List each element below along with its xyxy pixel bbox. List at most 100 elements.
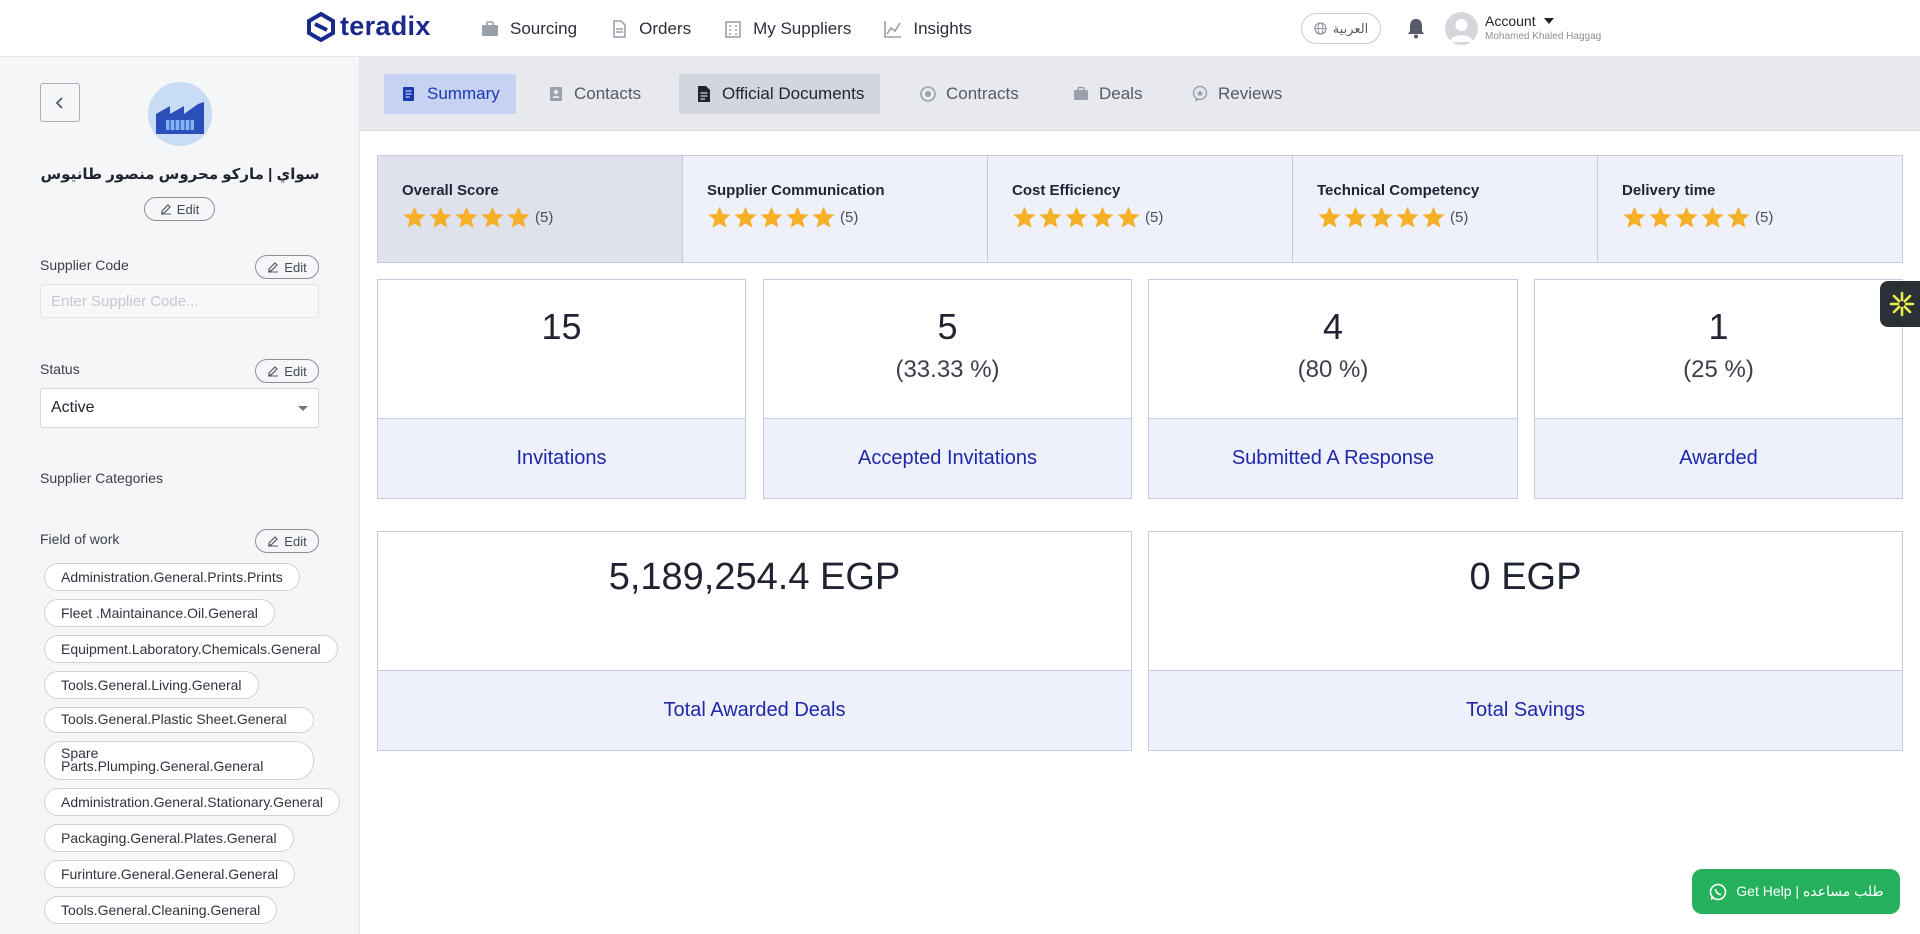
edit-name-button[interactable]: Edit bbox=[144, 197, 215, 221]
account-label: Account bbox=[1485, 13, 1536, 29]
back-button[interactable] bbox=[40, 83, 80, 122]
score-count: (5) bbox=[535, 209, 554, 226]
edit-status-button[interactable]: Edit bbox=[255, 359, 319, 383]
supplier-code-input[interactable]: Enter Supplier Code... bbox=[40, 284, 319, 318]
field-chip: Equipment.Laboratory.Chemicals.General bbox=[44, 635, 338, 663]
star-icon bbox=[760, 206, 783, 228]
star-rating bbox=[1317, 205, 1446, 230]
briefcase-icon bbox=[482, 20, 498, 36]
score-count: (5) bbox=[840, 209, 859, 226]
document-icon bbox=[698, 86, 710, 102]
stat-label: Invitations bbox=[378, 419, 745, 498]
status-select[interactable]: Active bbox=[40, 388, 319, 428]
language-switch-button[interactable]: العربية bbox=[1301, 13, 1381, 44]
total-value: 0 EGP bbox=[1469, 556, 1582, 598]
star-icon bbox=[1623, 206, 1646, 228]
tab-reviews[interactable]: Reviews bbox=[1175, 74, 1298, 114]
status-label: Status bbox=[40, 361, 80, 377]
stat-percent: (80 %) bbox=[1297, 356, 1369, 383]
stat-value: 5 bbox=[937, 306, 958, 347]
stat-label: Awarded bbox=[1535, 419, 1902, 498]
factory-icon bbox=[156, 102, 204, 134]
star-icon bbox=[1065, 206, 1088, 228]
chevron-left-icon bbox=[55, 96, 63, 109]
edit-status-label: Edit bbox=[284, 363, 307, 379]
tab-deals-label: Deals bbox=[1099, 84, 1143, 103]
star-icon bbox=[1396, 206, 1419, 228]
user-avatar[interactable] bbox=[1445, 12, 1478, 45]
nav-orders-label: Orders bbox=[639, 18, 692, 38]
star-icon bbox=[1318, 206, 1341, 228]
star-icon bbox=[1039, 206, 1062, 228]
nav-my-suppliers[interactable]: My Suppliers bbox=[723, 19, 851, 39]
edit-supplier-code-label: Edit bbox=[284, 259, 307, 275]
main-nav: Sourcing Orders My Suppliers Insights bbox=[480, 0, 972, 57]
star-icon bbox=[403, 206, 426, 228]
tab-deals[interactable]: Deals bbox=[1056, 74, 1158, 114]
tab-official-documents[interactable]: Official Documents bbox=[679, 74, 881, 114]
tab-summary[interactable]: Summary bbox=[384, 74, 516, 114]
stat-label: Submitted A Response bbox=[1149, 419, 1517, 498]
star-rating bbox=[1622, 205, 1751, 230]
edit-field-of-work-label: Edit bbox=[284, 533, 307, 549]
star-icon bbox=[1727, 206, 1750, 228]
sparkle-icon bbox=[1889, 291, 1915, 317]
status-value: Active bbox=[51, 399, 95, 416]
field-chip: Tools.General.Cleaning.General bbox=[44, 896, 278, 924]
invitations-stat-card: 15 Invitations bbox=[377, 279, 746, 499]
star-icon bbox=[734, 206, 757, 228]
total-label: Total Awarded Deals bbox=[378, 671, 1131, 750]
tab-contracts-label: Contracts bbox=[946, 84, 1019, 103]
notification-bell-icon[interactable] bbox=[1404, 16, 1428, 40]
edit-supplier-code-button[interactable]: Edit bbox=[255, 255, 319, 279]
ratings-row: Overall Score (5) Supplier Communication… bbox=[377, 155, 1903, 263]
score-count: (5) bbox=[1755, 209, 1774, 226]
supplier-name: سواي | ماركو محروس منصور طانيوس bbox=[40, 166, 320, 183]
language-label: العربية bbox=[1332, 20, 1369, 36]
tab-bar: Summary Contacts Official Documents Cont… bbox=[360, 57, 1920, 131]
star-icon bbox=[1422, 206, 1445, 228]
top-bar: teradix Sourcing Orders My Suppliers Ins… bbox=[0, 0, 1920, 57]
submitted-response-stat-card: 4 (80 %) Submitted A Response bbox=[1148, 279, 1518, 499]
score-title: Delivery time bbox=[1622, 182, 1716, 199]
stat-value: 15 bbox=[541, 306, 582, 347]
star-icon bbox=[812, 206, 835, 228]
globe-icon bbox=[1314, 22, 1327, 35]
star-icon bbox=[1117, 206, 1140, 228]
field-chip: Administration.General.Prints.Prints bbox=[44, 563, 300, 591]
star-rating bbox=[402, 205, 531, 230]
tab-contacts[interactable]: Contacts bbox=[531, 74, 657, 114]
supplier-categories-label: Supplier Categories bbox=[40, 470, 163, 486]
edit-icon bbox=[268, 536, 279, 547]
feedback-widget[interactable] bbox=[1880, 281, 1920, 327]
delivery-time-card: Delivery time (5) bbox=[1598, 156, 1902, 262]
nav-sourcing[interactable]: Sourcing bbox=[480, 19, 577, 39]
stat-value: 4 bbox=[1322, 306, 1344, 347]
total-label: Total Savings bbox=[1149, 671, 1902, 750]
tab-contacts-label: Contacts bbox=[574, 84, 642, 103]
teradix-logo[interactable]: teradix bbox=[306, 11, 431, 42]
score-count: (5) bbox=[1450, 209, 1469, 226]
edit-field-of-work-button[interactable]: Edit bbox=[255, 529, 319, 553]
nav-orders[interactable]: Orders bbox=[609, 19, 691, 39]
field-of-work-list: Administration.General.Prints.Prints Fle… bbox=[44, 563, 359, 932]
score-title: Cost Efficiency bbox=[1012, 182, 1121, 199]
star-icon bbox=[1649, 206, 1672, 228]
get-help-button[interactable]: Get Help | طلب مساعده bbox=[1692, 869, 1900, 914]
stat-percent: (25 %) bbox=[1683, 356, 1754, 383]
supplier-code-label: Supplier Code bbox=[40, 257, 129, 273]
field-of-work-label: Field of work bbox=[40, 531, 120, 547]
review-icon bbox=[1192, 85, 1208, 102]
star-rating bbox=[1012, 205, 1141, 230]
star-icon bbox=[1013, 206, 1036, 228]
field-chip: Furinture.General.General.General bbox=[44, 860, 296, 888]
star-icon bbox=[507, 206, 530, 228]
star-icon bbox=[1091, 206, 1114, 228]
field-chip: Tools.General.Living.General bbox=[44, 671, 259, 699]
nav-insights[interactable]: Insights bbox=[883, 19, 972, 39]
tab-contracts[interactable]: Contracts bbox=[903, 74, 1035, 114]
account-menu[interactable]: Account Mohamed Khaled Haggag bbox=[1485, 13, 1601, 42]
star-icon bbox=[1701, 206, 1724, 228]
field-chip: Packaging.General.Plates.General bbox=[44, 824, 294, 852]
document-icon bbox=[613, 19, 626, 38]
